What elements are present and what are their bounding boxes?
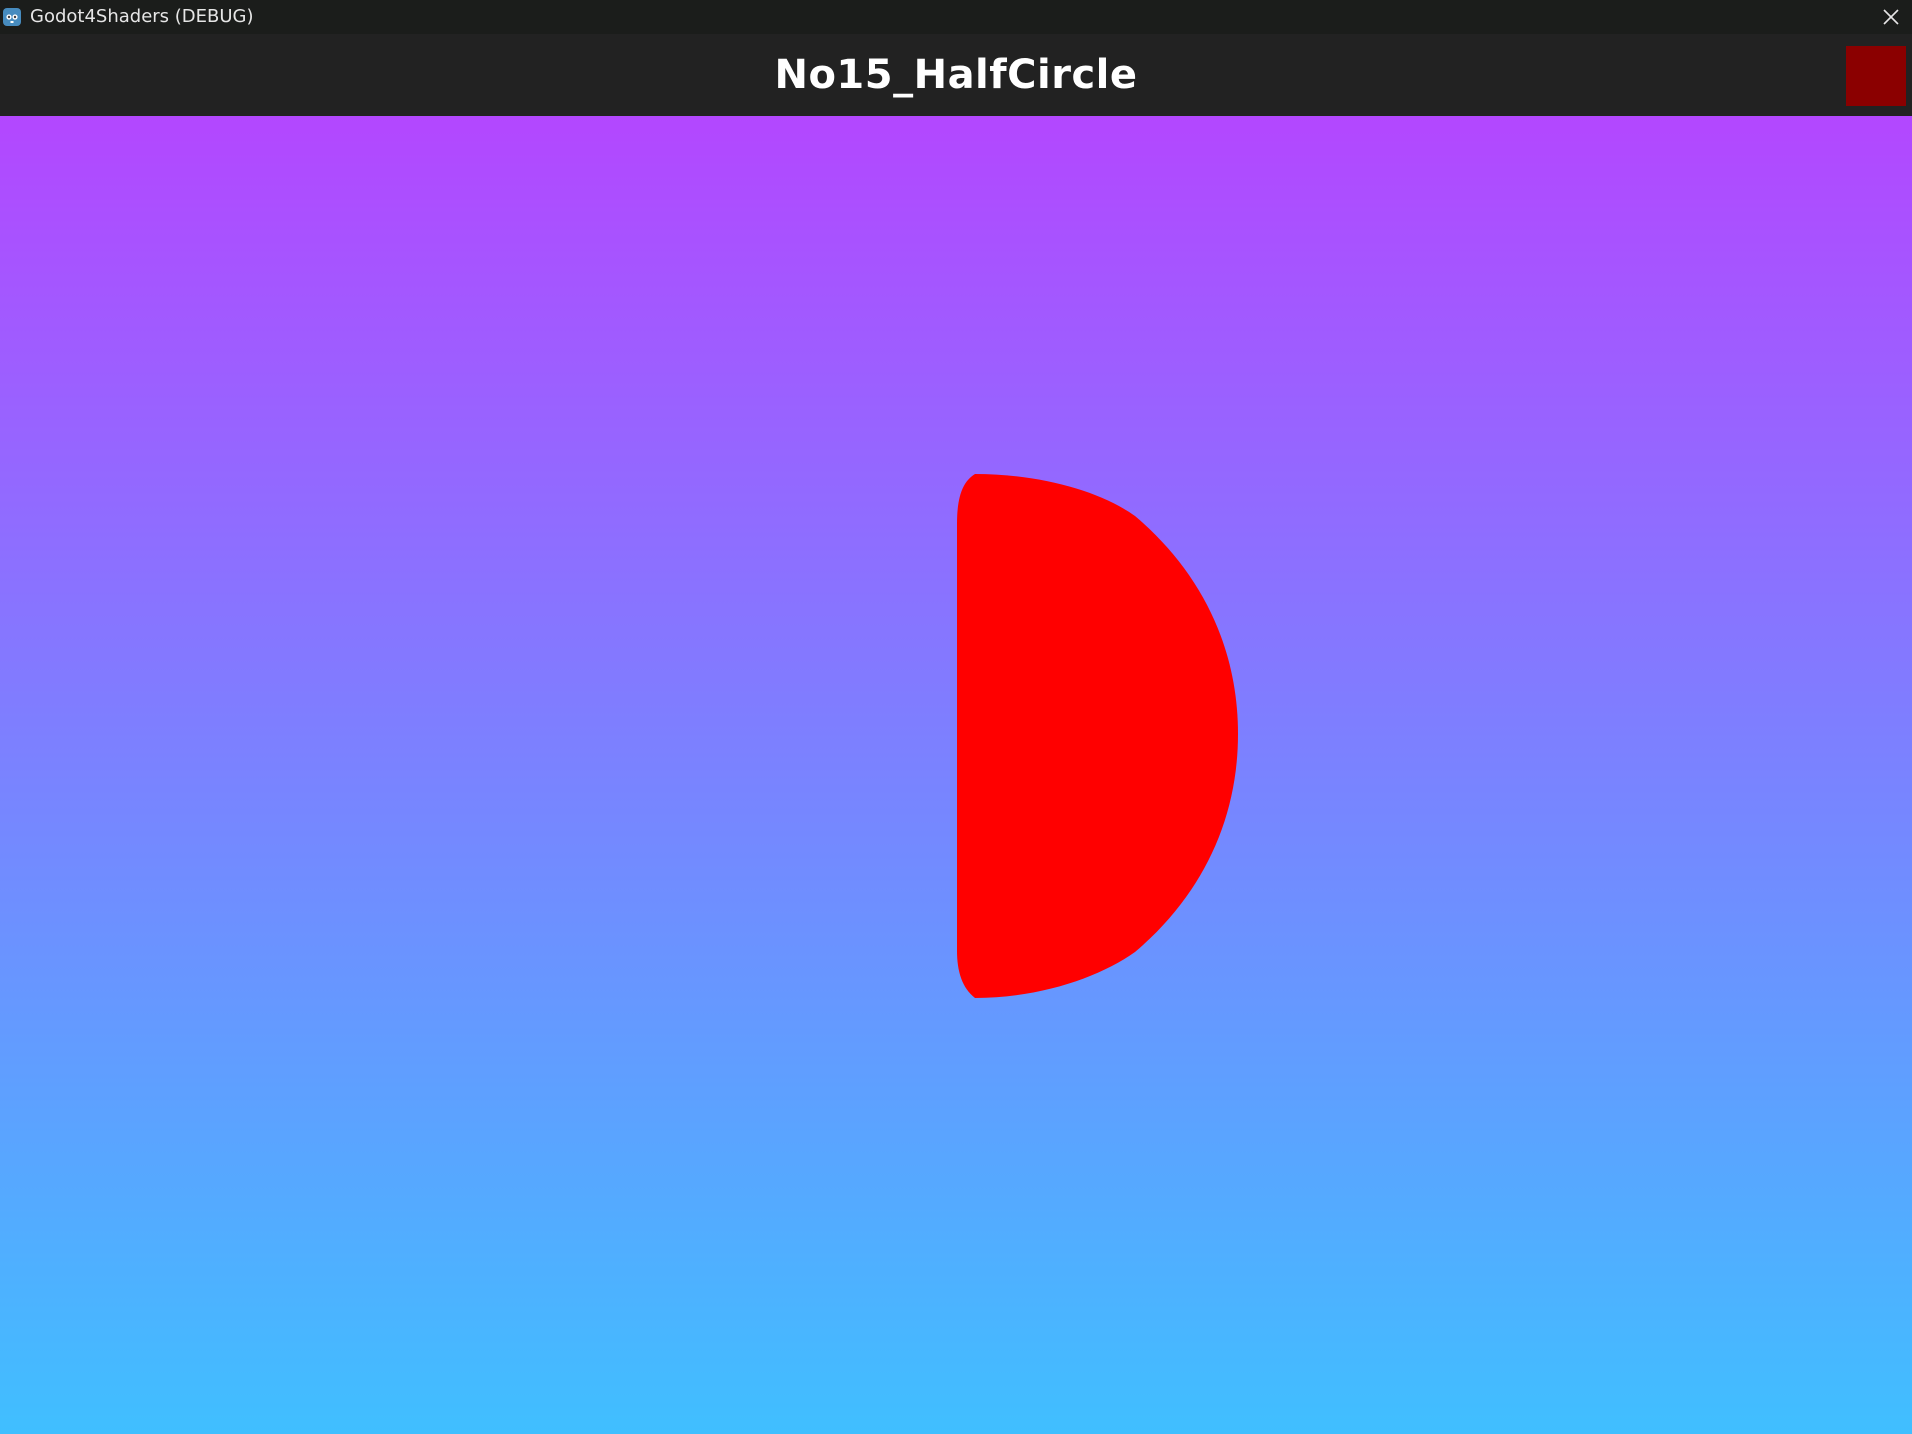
window-title: Godot4Shaders (DEBUG)	[30, 6, 254, 27]
close-button[interactable]	[1870, 0, 1912, 34]
color-swatch-button[interactable]	[1846, 46, 1906, 106]
scene-title: No15_HalfCircle	[774, 52, 1138, 98]
shader-viewport	[0, 116, 1912, 1434]
window-titlebar: Godot4Shaders (DEBUG)	[0, 0, 1912, 34]
gradient-background	[0, 116, 1912, 1434]
scene-header: No15_HalfCircle	[0, 34, 1912, 116]
godot-icon	[3, 8, 21, 26]
shader-canvas	[0, 116, 1912, 1434]
close-icon	[1883, 9, 1899, 25]
